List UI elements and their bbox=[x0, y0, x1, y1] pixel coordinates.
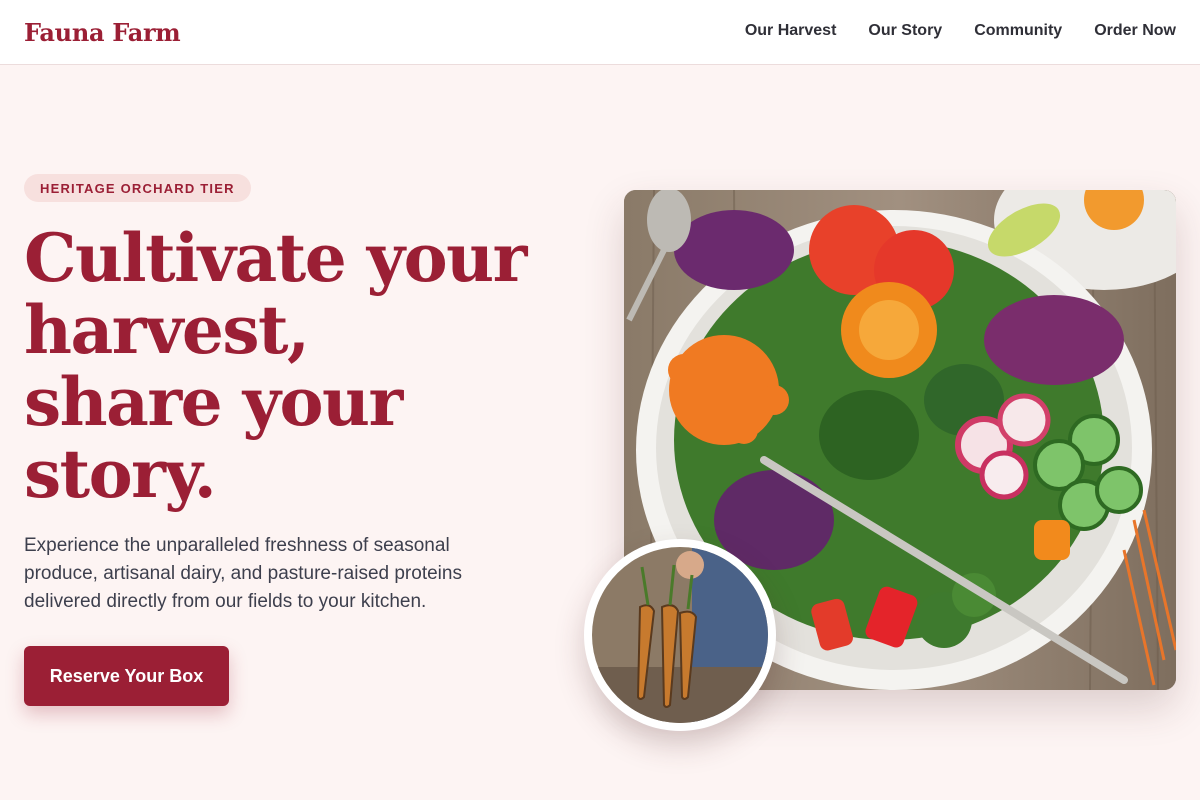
hero-description: Experience the unparalleled freshness of… bbox=[24, 535, 462, 612]
tier-badge: HERITAGE ORCHARD TIER bbox=[24, 174, 251, 202]
hero-headline: Cultivate your harvest, share your story… bbox=[24, 222, 564, 510]
site-header: Fauna Farm Our Harvest Our Story Communi… bbox=[0, 0, 1200, 65]
main-nav: Our Harvest Our Story Community Order No… bbox=[745, 22, 1176, 40]
headline-line-3: share your bbox=[24, 363, 403, 441]
nav-our-harvest[interactable]: Our Harvest bbox=[745, 22, 837, 40]
nav-our-story[interactable]: Our Story bbox=[868, 22, 942, 40]
headline-line-4: story. bbox=[24, 435, 217, 513]
headline-line-1: Cultivate your bbox=[24, 219, 527, 297]
nav-community[interactable]: Community bbox=[974, 22, 1062, 40]
carrots-inset-image bbox=[584, 539, 776, 731]
reserve-box-button[interactable]: Reserve Your Box bbox=[24, 646, 229, 706]
brand-logo[interactable]: Fauna Farm bbox=[24, 18, 181, 47]
headline-line-2: harvest, bbox=[24, 291, 310, 369]
nav-order-now[interactable]: Order Now bbox=[1094, 22, 1176, 40]
